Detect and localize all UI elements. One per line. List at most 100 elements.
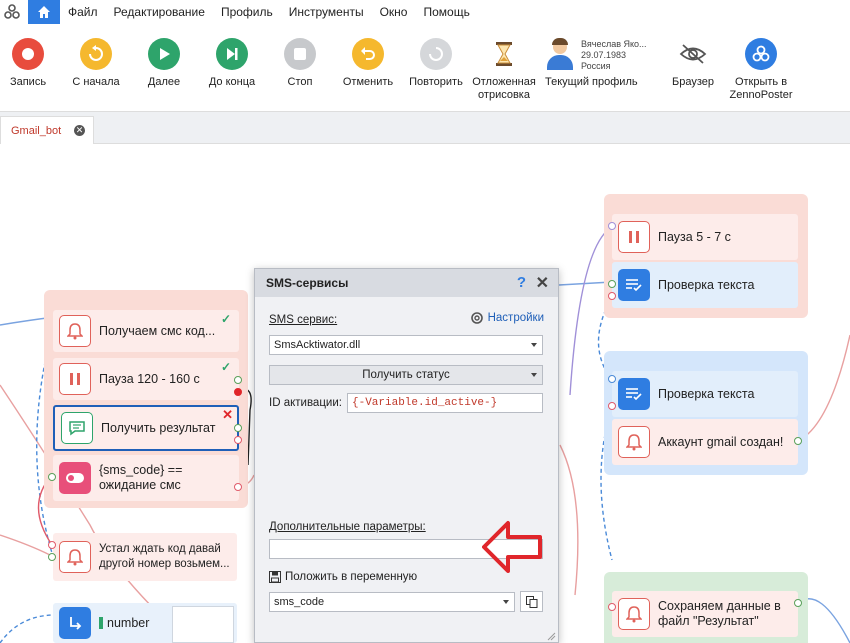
node-label: Проверка текста xyxy=(658,277,755,292)
port-input[interactable] xyxy=(48,541,56,549)
port-error[interactable] xyxy=(234,388,242,396)
node-label-line1: Устал ждать код давай xyxy=(99,543,221,555)
port-input[interactable] xyxy=(608,280,616,288)
tab-gmail-bot[interactable]: Gmail_bot ✕ xyxy=(0,116,94,144)
port-success[interactable] xyxy=(234,424,242,432)
port-error[interactable] xyxy=(608,402,616,410)
chevron-down-icon xyxy=(531,343,537,347)
stop-icon xyxy=(284,38,316,70)
from-start-button[interactable]: С начала xyxy=(61,38,131,89)
node-label: Пауза 5 - 7 с xyxy=(658,229,731,244)
pause-icon xyxy=(618,221,650,253)
home-button[interactable] xyxy=(28,0,60,24)
port-success[interactable] xyxy=(234,376,242,384)
menu-tools[interactable]: Инструменты xyxy=(281,0,372,24)
port-error[interactable] xyxy=(234,436,242,444)
node-label-line2: файл "Результат" xyxy=(658,614,759,628)
node-label: Получить результат xyxy=(101,420,216,435)
bell-icon xyxy=(618,426,650,458)
chat-icon xyxy=(61,412,93,444)
port-error[interactable] xyxy=(608,292,616,300)
port-output[interactable] xyxy=(794,599,802,607)
bell-icon xyxy=(618,598,650,630)
port-input[interactable] xyxy=(608,375,616,383)
sms-service-label: SMS сервис: xyxy=(269,314,338,326)
pause-icon xyxy=(59,363,91,395)
port-error[interactable] xyxy=(234,483,242,491)
repeat-button[interactable]: Повторить xyxy=(401,38,471,89)
menu-edit[interactable]: Редактирование xyxy=(106,0,213,24)
node-check-text-2[interactable]: Проверка текста xyxy=(612,371,798,417)
arrow-return-icon xyxy=(59,607,91,639)
settings-link[interactable]: Настройки xyxy=(470,311,544,325)
dialog-title: SMS-сервисы xyxy=(266,276,349,290)
zennoposter-icon xyxy=(745,38,777,70)
node-check-text-1[interactable]: Проверка текста xyxy=(612,262,798,308)
to-end-button[interactable]: До конца xyxy=(197,38,267,89)
menu-help[interactable]: Помощь xyxy=(415,0,477,24)
node-gmail-created[interactable]: Аккаунт gmail создан! xyxy=(612,419,798,465)
open-in-zennoposter-button[interactable]: Открыть в ZennoPoster xyxy=(726,38,796,102)
port-input[interactable] xyxy=(608,603,616,611)
sms-services-dialog: SMS-сервисы ? ✕ SMS сервис: Настройки Sm… xyxy=(254,268,559,643)
variable-marker xyxy=(99,617,103,629)
tab-strip: Gmail_bot ✕ xyxy=(0,112,850,144)
port-input[interactable] xyxy=(48,553,56,561)
checklist-icon xyxy=(618,378,650,410)
app-logo-icon[interactable] xyxy=(0,0,24,24)
close-icon[interactable]: ✕ xyxy=(74,125,85,136)
browser-button[interactable]: Браузер xyxy=(658,38,728,89)
menu-profile[interactable]: Профиль xyxy=(213,0,281,24)
restart-icon xyxy=(80,38,112,70)
node-label: Пауза 120 - 160 с xyxy=(99,371,200,386)
menu-window[interactable]: Окно xyxy=(372,0,416,24)
node-get-sms[interactable]: Получаем смс код... ✓ xyxy=(53,310,239,352)
copy-button[interactable] xyxy=(520,591,543,612)
avatar xyxy=(545,38,575,70)
port-output[interactable] xyxy=(794,437,802,445)
node-sms-code-condition[interactable]: {sms_code} == ожидание смс xyxy=(53,455,239,501)
node-pause-5-7[interactable]: Пауза 5 - 7 с xyxy=(612,214,798,260)
node-tired-waiting[interactable]: Устал ждать код давай другой номер возьм… xyxy=(53,533,237,581)
action-select[interactable]: Получить статус xyxy=(269,365,543,385)
sms-service-select[interactable]: SmsAcktiwator.dll xyxy=(269,335,543,355)
skip-end-icon xyxy=(216,38,248,70)
play-icon xyxy=(148,38,180,70)
node-label-line2: ожидание смс xyxy=(99,478,181,492)
bell-icon xyxy=(59,541,91,573)
copy-icon xyxy=(525,595,537,608)
help-icon[interactable]: ? xyxy=(517,274,526,291)
record-icon xyxy=(12,38,44,70)
node-label: Получаем смс код... xyxy=(99,323,216,338)
hourglass-icon xyxy=(488,38,520,70)
node-get-result[interactable]: Получить результат ✕ xyxy=(53,405,239,451)
dialog-title-bar[interactable]: SMS-сервисы ? ✕ xyxy=(255,269,558,297)
port-input[interactable] xyxy=(608,222,616,230)
close-icon[interactable]: ✕ xyxy=(536,273,549,293)
save-to-variable-row: Положить в переменную xyxy=(269,571,417,583)
undo-button[interactable]: Отменить xyxy=(333,38,403,89)
current-profile-button[interactable]: Вячеслав Яко... 29.07.1983 Россия Текущи… xyxy=(545,38,655,89)
stop-button[interactable]: Стоп xyxy=(265,38,335,89)
activation-id-input[interactable]: {-Variable.id_active-} xyxy=(347,393,543,413)
node-label: number xyxy=(107,615,150,630)
node-pause-120[interactable]: Пауза 120 - 160 с ✓ xyxy=(53,358,239,400)
toggle-icon xyxy=(59,462,91,494)
thumbnail-preview xyxy=(172,606,234,643)
error-x-icon: ✕ xyxy=(222,407,233,422)
node-label-line1: Сохраняем данные в xyxy=(658,599,781,613)
deferred-render-button[interactable]: Отложенная отрисовка xyxy=(469,38,539,102)
variable-select[interactable]: sms_code xyxy=(269,592,515,612)
next-button[interactable]: Далее xyxy=(129,38,199,89)
undo-icon xyxy=(352,38,384,70)
port-input[interactable] xyxy=(48,473,56,481)
menu-file[interactable]: Файл xyxy=(60,0,106,24)
extra-params-label: Дополнительные параметры: xyxy=(269,521,426,533)
chevron-down-icon xyxy=(531,373,537,377)
node-save-result[interactable]: Сохраняем данные в файл "Результат" xyxy=(612,591,798,637)
checklist-icon xyxy=(618,269,650,301)
repeat-icon xyxy=(420,38,452,70)
menu-bar: Файл Редактирование Профиль Инструменты … xyxy=(0,0,850,24)
resize-grip-icon[interactable] xyxy=(546,630,556,641)
record-button[interactable]: Запись xyxy=(0,38,63,89)
